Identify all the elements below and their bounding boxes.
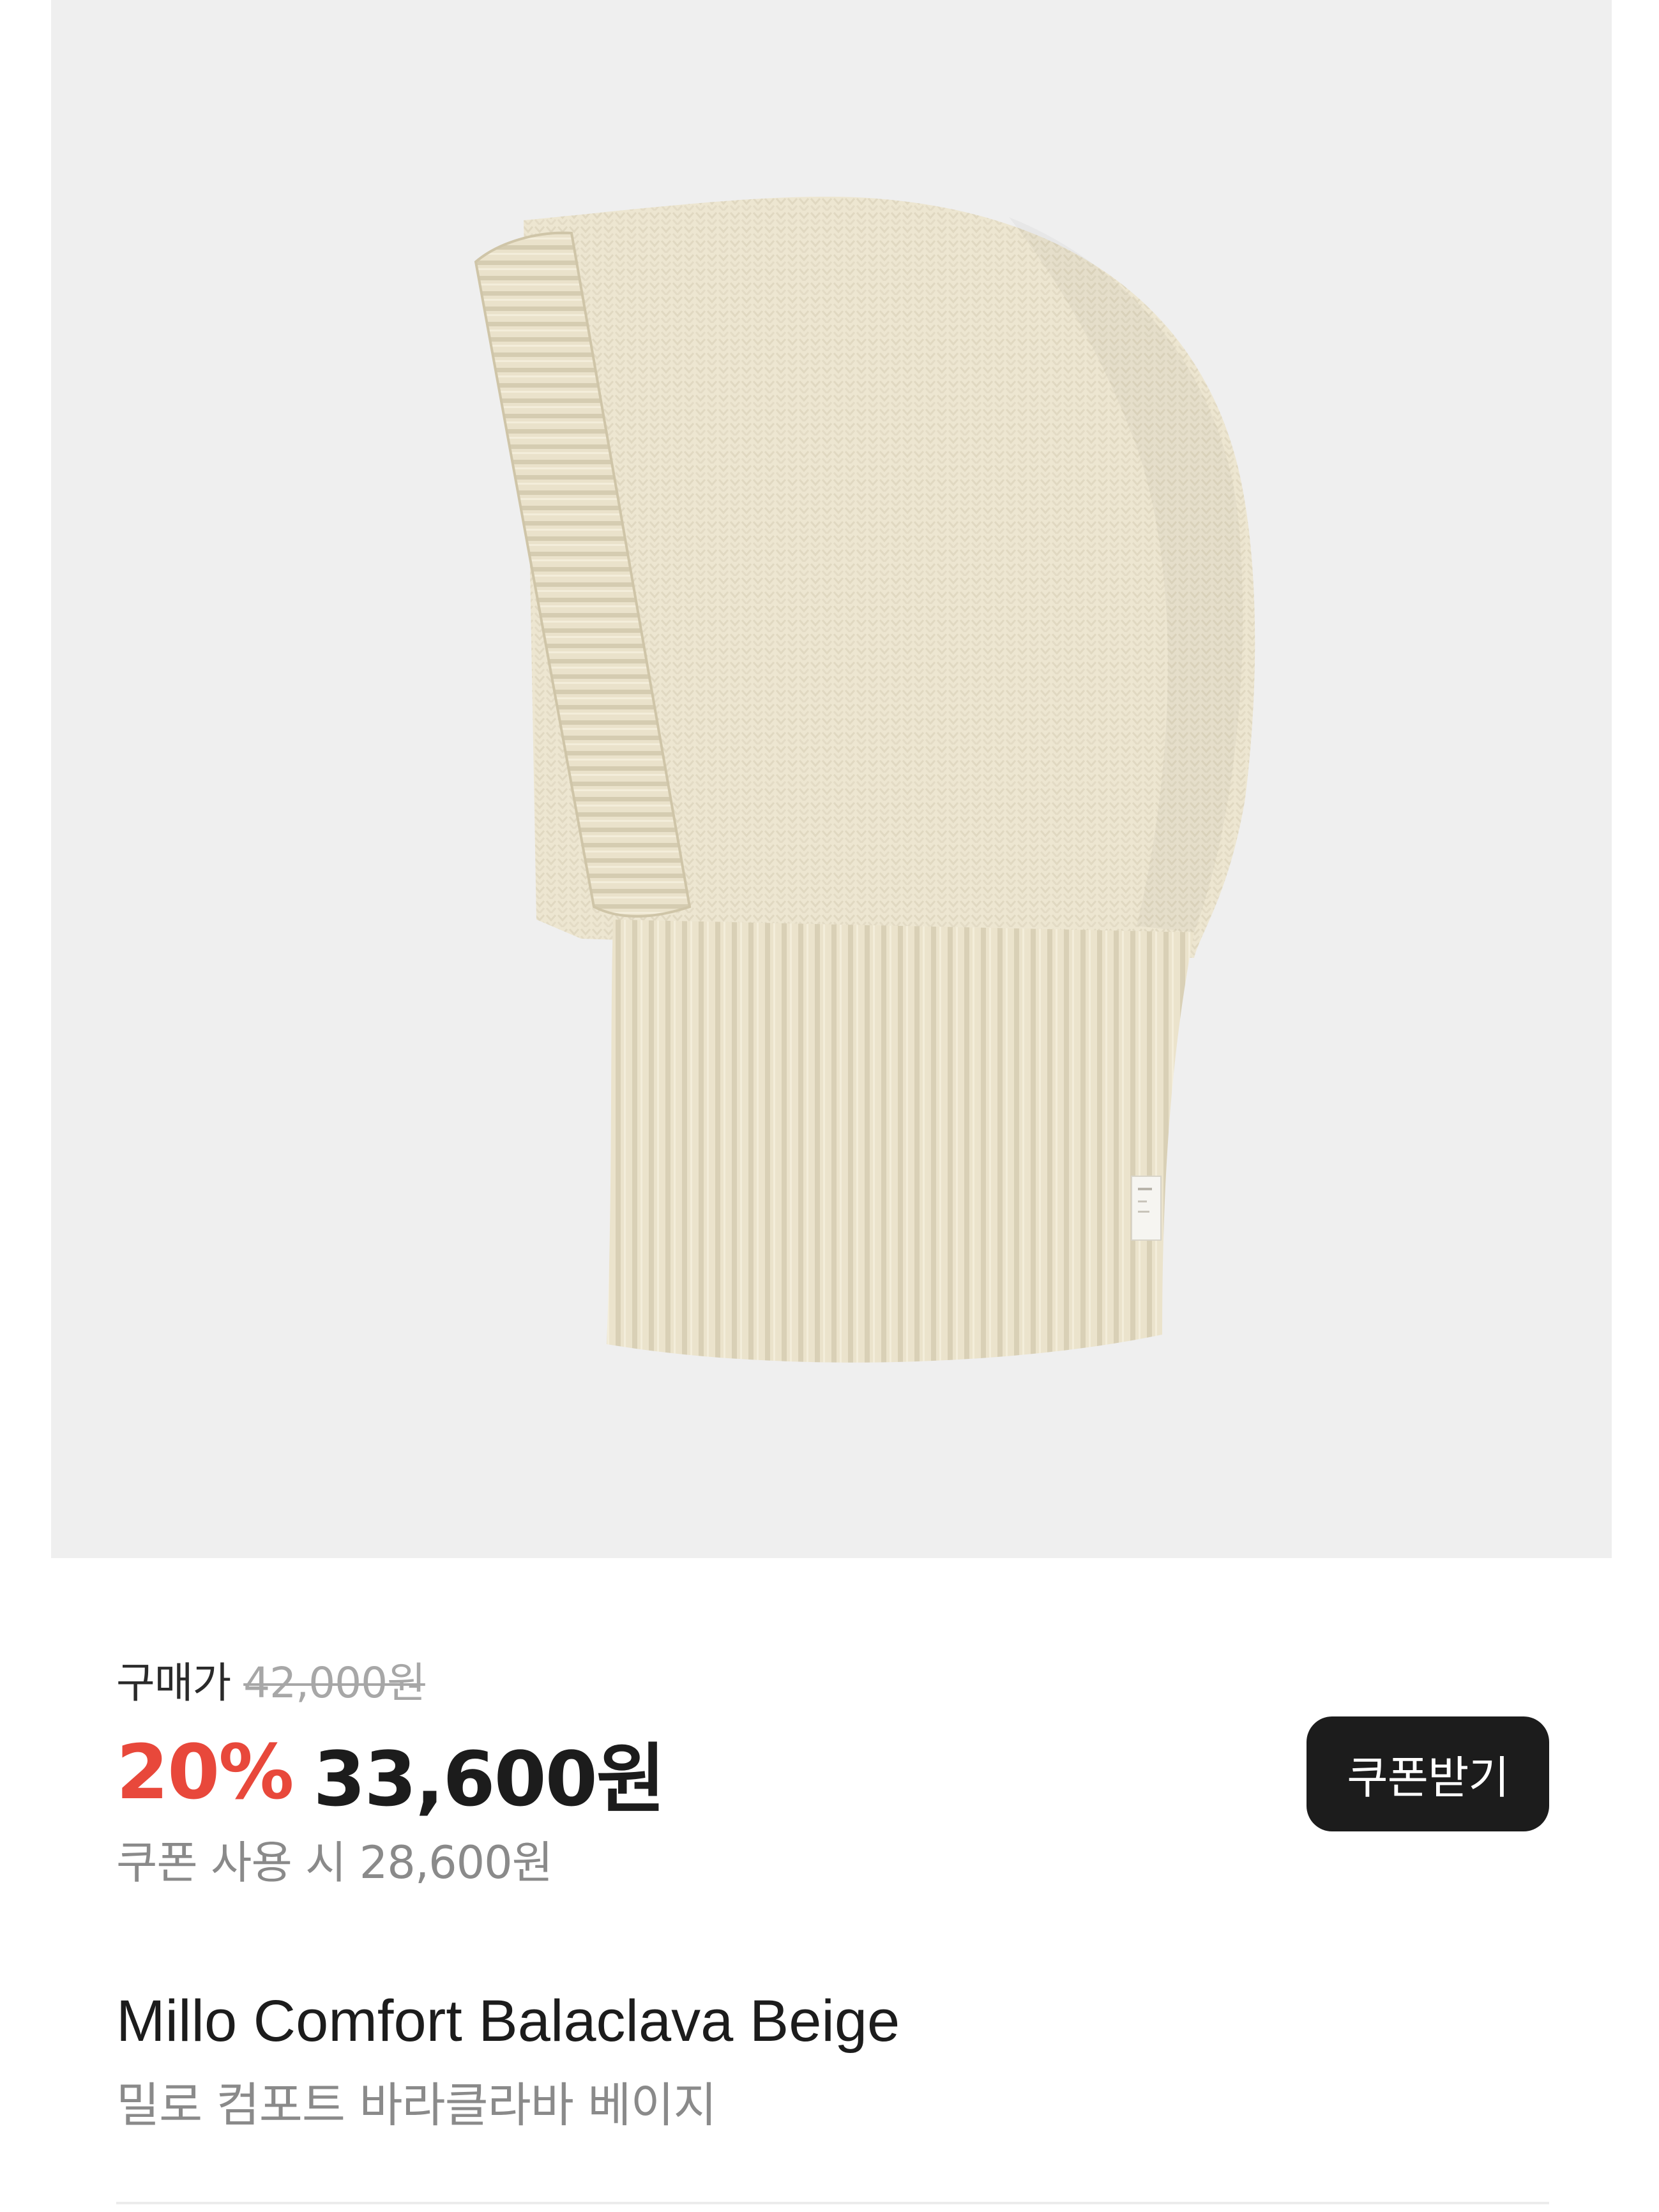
product-name-korean: 밀로 컴포트 바라클라바 베이지 (116, 2077, 717, 2133)
product-image-area (51, 0, 1612, 1558)
balaclava-product-image (474, 197, 1255, 1363)
get-coupon-button[interactable]: 쿠폰받기 (1307, 1716, 1549, 1831)
balaclava-neck-collar (607, 920, 1194, 1363)
price-label: 구매가 (116, 1658, 231, 1708)
original-price: 42,000원 (243, 1658, 426, 1708)
original-price-row: 구매가 42,000원 (116, 1651, 426, 1708)
sale-price: 33,600원 (313, 1734, 665, 1823)
coupon-price: 쿠폰 사용 시 28,600원 (116, 1836, 553, 1889)
product-name: Millo Comfort Balaclava Beige (116, 1988, 900, 2054)
discount-rate: 20% (116, 1728, 294, 1816)
brand-tag (1131, 1176, 1162, 1241)
section-divider (116, 2202, 1549, 2204)
sale-price-row: 20% 33,600원 (116, 1724, 665, 1823)
